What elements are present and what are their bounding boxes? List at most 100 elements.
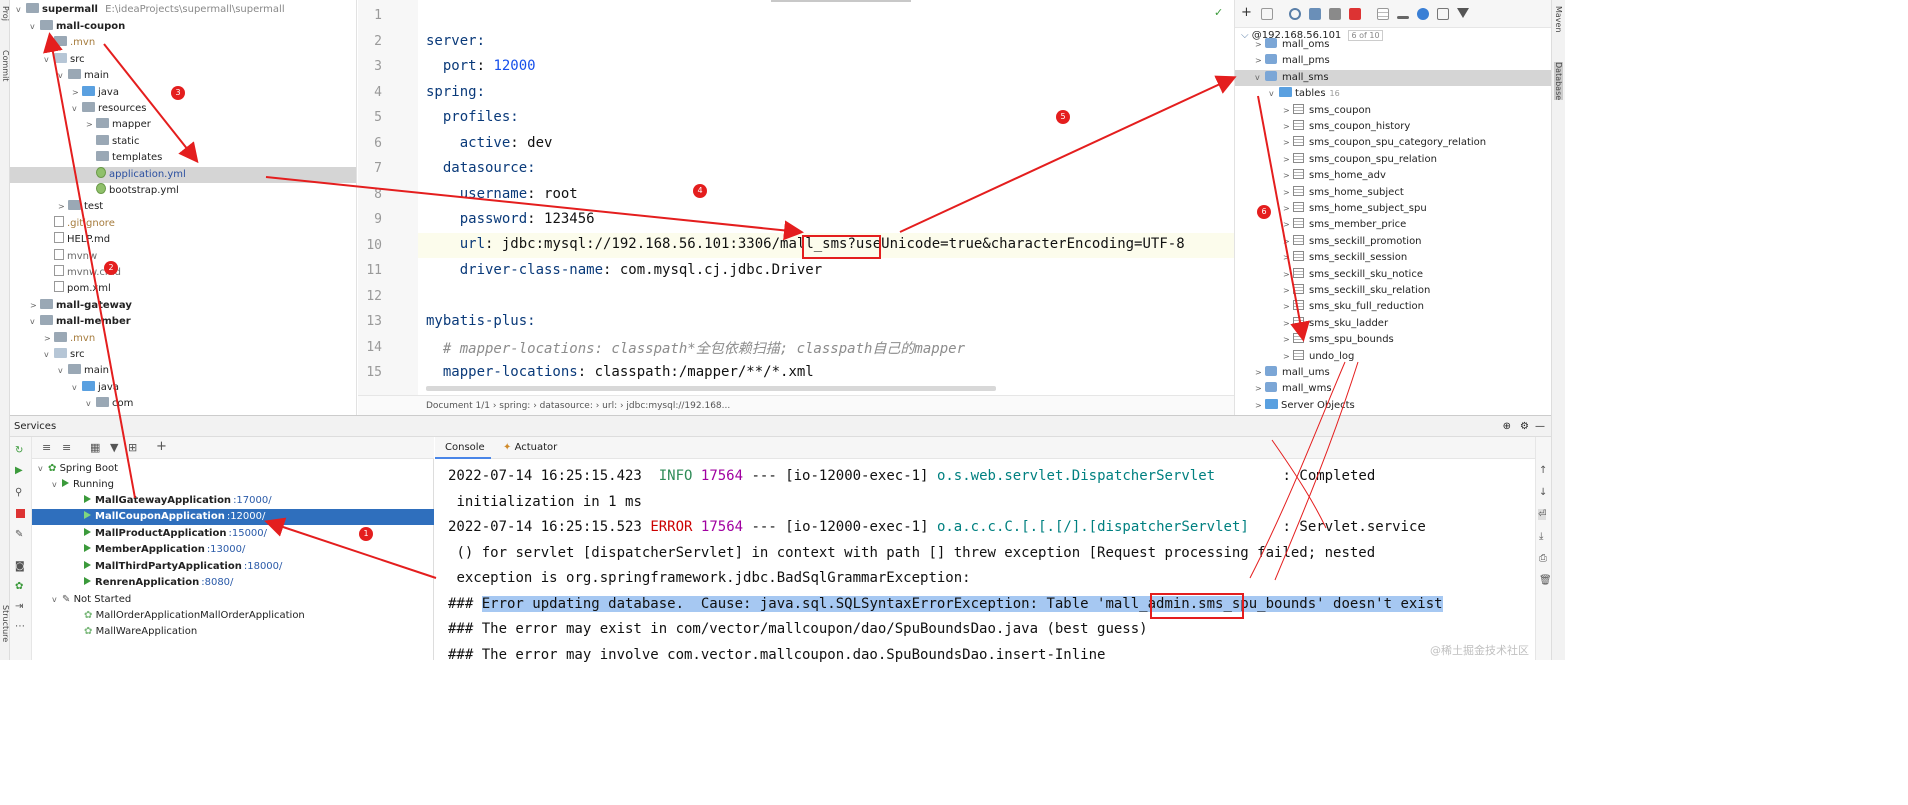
table-row[interactable]: > sms_coupon_spu_relation [1235,152,1437,168]
table-row[interactable]: > undo_log [1235,349,1354,365]
chevron-right-icon[interactable]: > [86,117,96,133]
table-row[interactable]: > sms_home_subject [1235,185,1404,201]
new-tab-icon[interactable]: ⊞ [128,441,137,454]
commit-tool-tab[interactable]: Commit [1,50,10,81]
table-row[interactable]: > sms_member_price [1235,217,1406,233]
filter-icon[interactable]: ▼ [110,441,118,454]
service-app-item[interactable]: MemberApplication:13000/ [84,542,245,558]
chevron-right-icon[interactable]: > [1255,365,1265,381]
chevron-right-icon[interactable]: > [72,85,82,101]
table-row[interactable]: > sms_home_adv [1235,168,1386,184]
table-row[interactable]: > sms_sku_full_reduction [1235,299,1424,315]
table-view-icon[interactable] [1377,8,1389,20]
chevron-right-icon[interactable]: > [1283,168,1293,184]
filter-icon[interactable] [1457,8,1469,18]
chevron-right-icon[interactable]: > [1283,217,1293,233]
table-row[interactable]: > sms_spu_bounds [1235,332,1394,348]
print-icon[interactable]: ⎙ [1539,553,1547,564]
chevron-right-icon[interactable]: > [1283,283,1293,299]
globe-icon[interactable]: ⊕ [1503,416,1511,438]
service-app-item[interactable]: ✿ MallOrderApplicationMallOrderApplicati… [84,608,305,624]
wrench-icon[interactable]: ✎ [15,529,23,540]
chevron-down-icon[interactable]: v [44,52,54,68]
service-app-port[interactable]: :18000/ [244,561,283,572]
chevron-down-icon[interactable]: v [72,101,82,117]
not-started-node[interactable]: v ✎ Not Started [52,592,131,608]
spring-boot-node[interactable]: v ✿ Spring Boot [38,461,118,477]
edit-icon[interactable] [1397,16,1409,19]
service-app-item[interactable]: RenrenApplication:8080/ [84,575,233,591]
server-objects-node[interactable]: > Server Objects [1235,398,1355,414]
db-tree-item[interactable]: > mall_pms [1235,53,1330,69]
tree-item[interactable]: > .mvn [10,331,95,347]
add-icon[interactable]: + [1241,5,1253,20]
tree-item[interactable]: > mall-gateway [10,298,132,314]
console-panel[interactable]: Console ✦ Actuator 2022-07-14 16:25:15.4… [435,437,1535,663]
chevron-right-icon[interactable]: > [1283,201,1293,217]
debug-icon[interactable]: ⚲ [15,487,22,498]
chevron-right-icon[interactable]: > [1255,398,1265,414]
table-row[interactable]: > sms_seckill_session [1235,250,1407,266]
chevron-down-icon[interactable]: v [72,380,82,396]
chevron-right-icon[interactable]: > [1255,381,1265,397]
service-app-port[interactable]: :12000/ [227,511,266,522]
breadcrumb[interactable]: Document 1/1 › spring: › datasource: › u… [358,395,1234,415]
service-app-item[interactable]: ✿ MallWareApplication [84,624,197,640]
service-app-item[interactable]: MallProductApplication:15000/ [84,526,267,542]
soft-wrap-icon[interactable]: ⏎ [1538,509,1547,520]
console-icon[interactable] [1329,8,1341,20]
db-tree-item[interactable]: > mall_oms [1235,37,1330,53]
running-node[interactable]: v Running [52,477,114,493]
chevron-down-icon[interactable]: v [44,347,54,363]
chevron-right-icon[interactable]: > [1283,349,1293,365]
tree-item[interactable]: > java [10,85,119,101]
expand-all-icon[interactable]: ≡ [42,441,51,454]
service-app-port[interactable]: :17000/ [233,495,272,506]
minimize-icon[interactable]: — [1535,416,1545,438]
tree-item[interactable]: v mall-member [10,314,131,330]
add-icon[interactable]: + [156,439,167,454]
tree-item[interactable]: bootstrap.yml [10,183,179,199]
chevron-right-icon[interactable]: > [1283,250,1293,266]
tree-item[interactable]: templates [10,150,162,166]
tables-node[interactable]: v tables 16 [1235,86,1340,102]
tree-item[interactable]: mvnw [10,248,97,265]
arrow-up-icon[interactable]: ↑ [1539,465,1547,476]
chevron-right-icon[interactable]: > [44,331,54,347]
chevron-right-icon[interactable]: > [1283,152,1293,168]
chevron-down-icon[interactable]: v [16,2,26,18]
table-row[interactable]: > sms_seckill_sku_relation [1235,283,1430,299]
service-app-port[interactable]: :8080/ [201,577,233,588]
chevron-right-icon[interactable]: > [1283,135,1293,151]
service-app-item[interactable]: MallGatewayApplication:17000/ [84,493,272,509]
settings-icon[interactable]: ⋯ [15,621,25,632]
chevron-down-icon[interactable]: v [1255,70,1265,86]
chevron-down-icon[interactable]: v [1269,86,1279,102]
chevron-down-icon[interactable]: v [58,68,68,84]
tree-item[interactable]: HELP.md [10,232,110,248]
project-tool-tab[interactable]: Proj [1,6,10,21]
service-app-item[interactable]: MallThirdPartyApplication:18000/ [84,559,282,575]
chevron-right-icon[interactable]: > [1255,53,1265,69]
scroll-end-icon[interactable]: ⤓ [1539,531,1543,542]
camera-icon[interactable]: ◙ [15,561,25,572]
table-row[interactable]: > sms_seckill_sku_notice [1235,267,1423,283]
chevron-right-icon[interactable]: > [1283,267,1293,283]
collapse-all-icon[interactable]: ≡ [62,441,71,454]
chevron-right-icon[interactable]: > [1283,103,1293,119]
db-schema-selected[interactable]: v mall_sms [1235,69,1551,86]
chevron-right-icon[interactable]: > [1283,234,1293,250]
tree-item[interactable]: application.yml [10,166,356,183]
code-editor[interactable]: ✓ 1 2 3 4 5 6 7 8 9 10 11 12 13 14 15 server: port: 12… [358,0,1234,415]
spring-icon[interactable]: ✿ [15,581,23,592]
tree-item[interactable]: > mapper [10,117,151,133]
chevron-down-icon[interactable]: v [30,19,40,35]
tab-actuator[interactable]: ✦ Actuator [501,437,557,459]
tree-item[interactable]: pom.xml [10,281,111,297]
tree-item[interactable]: > test [10,199,103,215]
ddl-icon[interactable] [1437,8,1449,20]
tree-item[interactable]: static [10,134,139,150]
tab-console[interactable]: Console [435,437,491,459]
service-app-port[interactable]: :15000/ [228,528,267,539]
tree-item[interactable]: v java [10,380,119,396]
